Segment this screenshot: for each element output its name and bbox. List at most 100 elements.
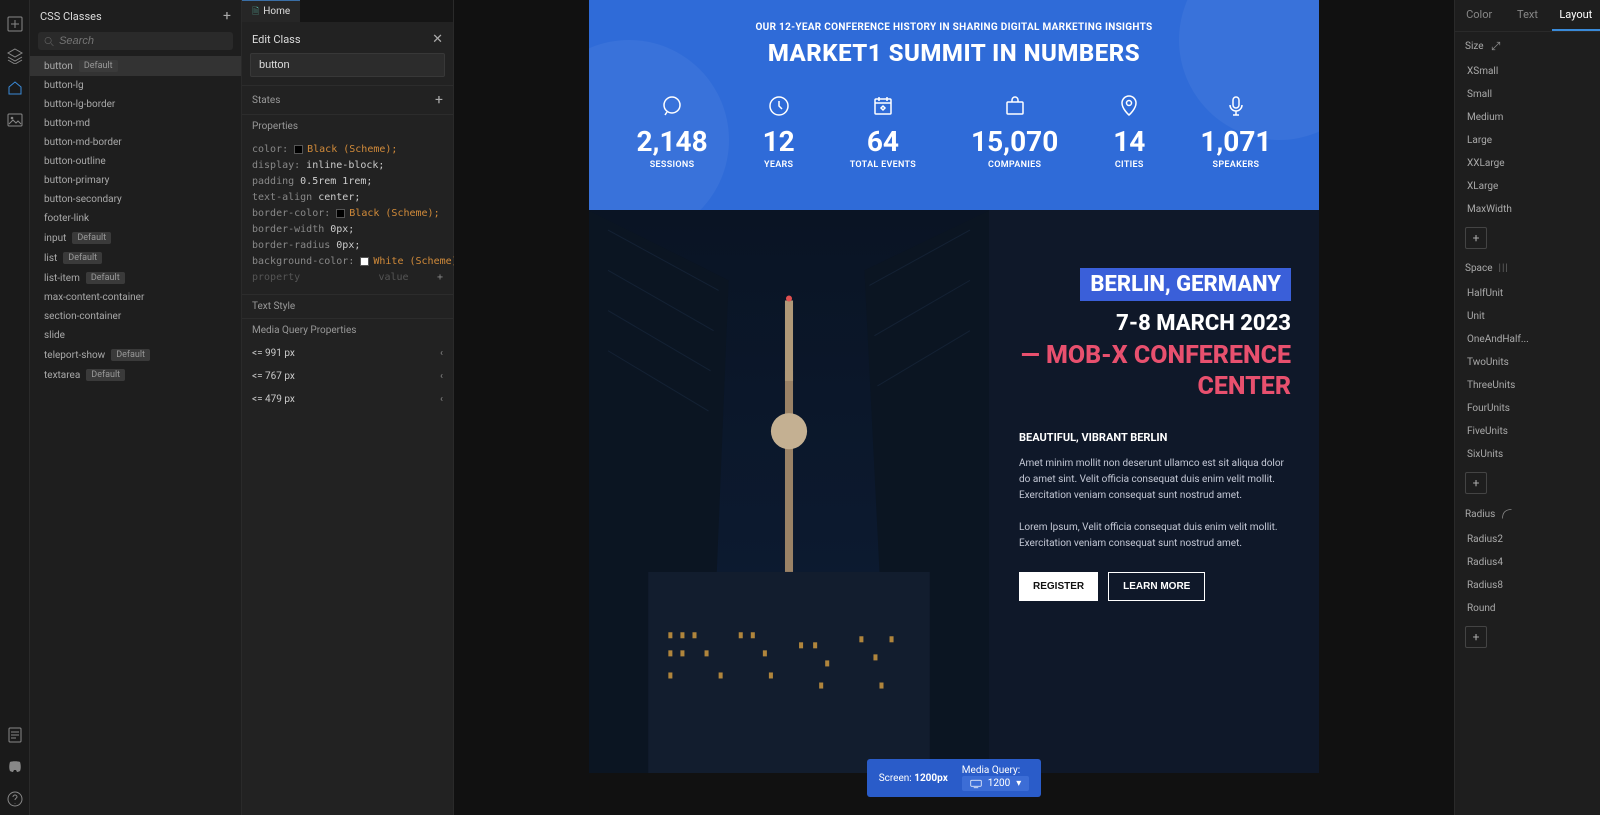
mq-selector[interactable]: 1200 ▾ bbox=[962, 776, 1030, 791]
stat-label: CITIES bbox=[1113, 160, 1145, 170]
add-state-button[interactable]: + bbox=[435, 92, 443, 108]
rp-tab-text[interactable]: Text bbox=[1503, 0, 1551, 31]
search-box[interactable] bbox=[38, 32, 233, 50]
class-item[interactable]: section-container bbox=[30, 307, 241, 326]
space-token[interactable]: TwoUnits bbox=[1455, 351, 1600, 374]
radius-header: Radius bbox=[1465, 509, 1495, 520]
hero-venue: — MOB-X CONFERENCE CENTER bbox=[989, 340, 1291, 403]
class-item[interactable]: slide bbox=[30, 326, 241, 345]
class-name-input[interactable] bbox=[250, 53, 445, 77]
property-row[interactable]: background-color:White (Scheme); bbox=[252, 254, 443, 270]
expand-icon[interactable] bbox=[1490, 40, 1502, 52]
screen-size-bar[interactable]: Screen: 1200px Media Query: 1200 ▾ bbox=[867, 759, 1042, 797]
chevron-left-icon: ‹ bbox=[440, 394, 443, 405]
class-item[interactable]: button-secondary bbox=[30, 190, 241, 209]
property-row[interactable]: border-radius0px; bbox=[252, 238, 443, 254]
hero-date: 7-8 MARCH 2023 bbox=[989, 311, 1291, 336]
space-token[interactable]: FiveUnits bbox=[1455, 420, 1600, 443]
add-property-button[interactable]: + bbox=[437, 270, 443, 286]
property-row[interactable]: text-aligncenter; bbox=[252, 190, 443, 206]
hero-body-p2: Lorem Ipsum, Velit officia consequat dui… bbox=[1019, 520, 1291, 552]
space-token[interactable]: FourUnits bbox=[1455, 397, 1600, 420]
edit-class-panel: 🗎 Home Edit Class ✕ States + Properties … bbox=[242, 0, 454, 815]
property-empty-row[interactable]: property value+ bbox=[252, 270, 443, 286]
class-item[interactable]: buttonDefault bbox=[30, 56, 241, 76]
layers-icon[interactable] bbox=[5, 46, 25, 66]
space-token[interactable]: Unit bbox=[1455, 305, 1600, 328]
search-input[interactable] bbox=[59, 35, 227, 47]
class-item[interactable]: button-lg bbox=[30, 76, 241, 95]
radius-token[interactable]: Round bbox=[1455, 597, 1600, 620]
stat-item: 2,148SESSIONS bbox=[636, 93, 707, 170]
rp-tab-color[interactable]: Color bbox=[1455, 0, 1503, 31]
property-row[interactable]: padding0.5rem 1rem; bbox=[252, 174, 443, 190]
radius-token[interactable]: Radius2 bbox=[1455, 528, 1600, 551]
class-item[interactable]: button-outline bbox=[30, 152, 241, 171]
property-row[interactable]: display:inline-block; bbox=[252, 158, 443, 174]
rp-tab-layout[interactable]: Layout bbox=[1552, 0, 1600, 31]
screen-value: 1200px bbox=[914, 773, 948, 784]
class-item[interactable]: footer-link bbox=[30, 209, 241, 228]
space-token[interactable]: HalfUnit bbox=[1455, 282, 1600, 305]
property-row[interactable]: border-color:Black (Scheme); bbox=[252, 206, 443, 222]
help-icon[interactable] bbox=[5, 789, 25, 809]
color-swatch bbox=[336, 209, 345, 218]
class-item[interactable]: list-itemDefault bbox=[30, 268, 241, 288]
space-token[interactable]: OneAndHalf... bbox=[1455, 328, 1600, 351]
left-icon-rail bbox=[0, 0, 30, 815]
stat-icon bbox=[971, 93, 1058, 119]
stat-label: SPEAKERS bbox=[1200, 160, 1271, 170]
default-tag: Default bbox=[63, 252, 102, 264]
class-item[interactable]: textareaDefault bbox=[30, 365, 241, 385]
size-token[interactable]: Medium bbox=[1455, 106, 1600, 129]
default-tag: Default bbox=[86, 272, 125, 284]
image-icon[interactable] bbox=[5, 110, 25, 130]
close-icon[interactable]: ✕ bbox=[432, 32, 443, 47]
property-row[interactable]: border-width0px; bbox=[252, 222, 443, 238]
class-item[interactable]: inputDefault bbox=[30, 228, 241, 248]
pages-icon[interactable] bbox=[5, 78, 25, 98]
class-item[interactable]: listDefault bbox=[30, 248, 241, 268]
class-item[interactable]: button-md-border bbox=[30, 133, 241, 152]
tab-home[interactable]: 🗎 Home bbox=[242, 0, 300, 22]
media-query-item[interactable]: <= 991 px‹ bbox=[242, 342, 453, 365]
register-button[interactable]: REGISTER bbox=[1019, 572, 1098, 601]
class-item[interactable]: button-md bbox=[30, 114, 241, 133]
stat-item: 14 CITIES bbox=[1113, 93, 1145, 170]
discord-icon[interactable] bbox=[5, 757, 25, 777]
mq-value: 1200 bbox=[988, 778, 1010, 789]
class-item[interactable]: button-primary bbox=[30, 171, 241, 190]
hero-section: BERLIN, GERMANY 7-8 MARCH 2023 — MOB-X C… bbox=[589, 210, 1319, 773]
color-swatch bbox=[294, 145, 303, 154]
add-size-button[interactable]: + bbox=[1465, 227, 1487, 249]
size-token[interactable]: Large bbox=[1455, 129, 1600, 152]
media-query-item[interactable]: <= 479 px‹ bbox=[242, 388, 453, 411]
add-radius-button[interactable]: + bbox=[1465, 626, 1487, 648]
size-token[interactable]: XLarge bbox=[1455, 175, 1600, 198]
stat-item: 1,071SPEAKERS bbox=[1200, 93, 1271, 170]
add-class-button[interactable]: + bbox=[223, 8, 231, 24]
learn-more-button[interactable]: LEARN MORE bbox=[1108, 572, 1205, 601]
size-token[interactable]: MaxWidth bbox=[1455, 198, 1600, 221]
class-item[interactable]: max-content-container bbox=[30, 288, 241, 307]
size-token[interactable]: XSmall bbox=[1455, 60, 1600, 83]
class-item[interactable]: button-lg-border bbox=[30, 95, 241, 114]
radius-token[interactable]: Radius4 bbox=[1455, 551, 1600, 574]
docs-icon[interactable] bbox=[5, 725, 25, 745]
default-tag: Default bbox=[72, 232, 111, 244]
hero-buttons: REGISTER LEARN MORE bbox=[989, 572, 1291, 601]
space-token[interactable]: ThreeUnits bbox=[1455, 374, 1600, 397]
property-row[interactable]: color:Black (Scheme); bbox=[252, 142, 443, 158]
size-token[interactable]: Small bbox=[1455, 83, 1600, 106]
add-space-button[interactable]: + bbox=[1465, 472, 1487, 494]
media-query-item[interactable]: <= 767 px‹ bbox=[242, 365, 453, 388]
radius-token[interactable]: Radius8 bbox=[1455, 574, 1600, 597]
stat-number: 14 bbox=[1113, 125, 1145, 158]
class-item[interactable]: teleport-showDefault bbox=[30, 345, 241, 365]
space-token[interactable]: SixUnits bbox=[1455, 443, 1600, 466]
radius-icon bbox=[1501, 508, 1513, 520]
size-header: Size bbox=[1465, 41, 1484, 52]
size-token[interactable]: XXLarge bbox=[1455, 152, 1600, 175]
add-component-icon[interactable] bbox=[5, 14, 25, 34]
text-style-label: Text Style bbox=[252, 301, 295, 312]
